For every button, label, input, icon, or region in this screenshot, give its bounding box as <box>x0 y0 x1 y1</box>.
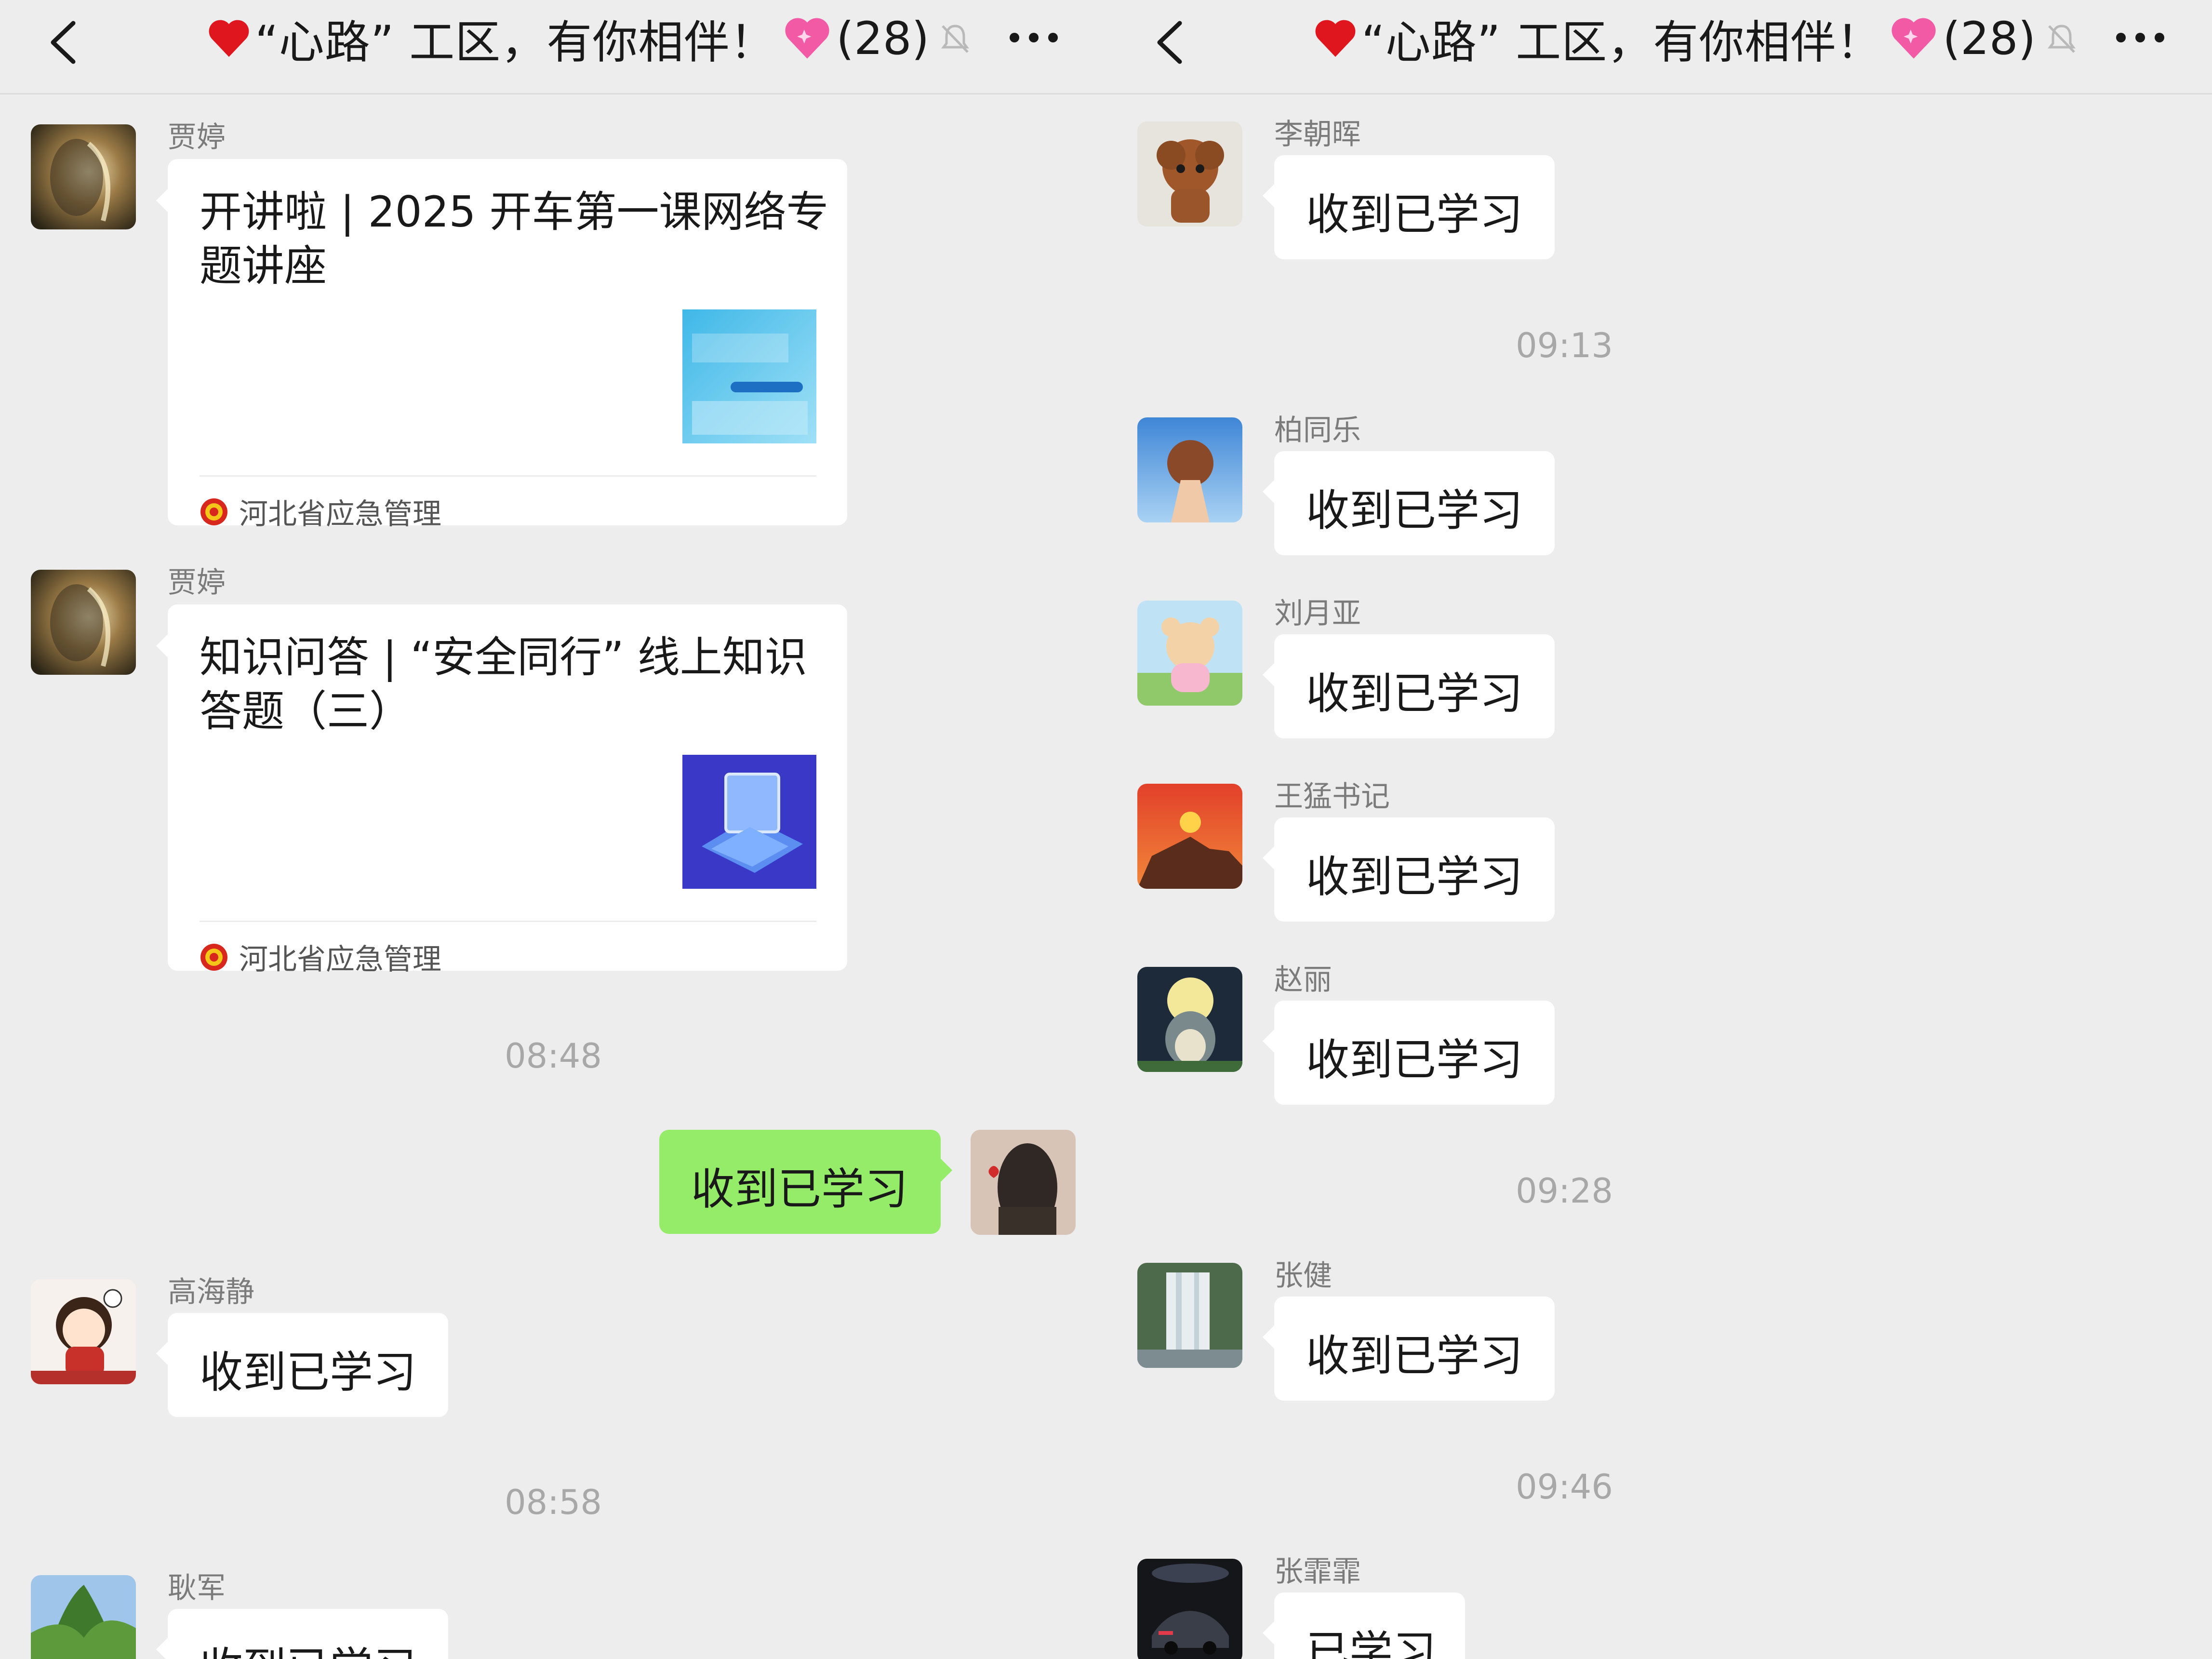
avatar-self[interactable] <box>971 1130 1076 1235</box>
chat-title-text: “心路” 工区，有你相伴！ <box>1361 16 1882 69</box>
chat-header: “心路” 工区，有你相伴！ (28) <box>1106 0 2212 94</box>
card-source: 河北省应急管理 <box>200 491 441 533</box>
avatar-sender[interactable] <box>1137 967 1242 1072</box>
avatar-sender[interactable] <box>1137 1559 1242 1659</box>
message-text: 收到已学习 <box>1306 1331 1523 1381</box>
avatar-sender[interactable] <box>31 1279 136 1384</box>
timestamp: 08:48 <box>505 1036 602 1076</box>
card-divider <box>200 475 816 477</box>
message-text: 收到已学习 <box>1306 852 1523 902</box>
timestamp: 09:46 <box>1516 1467 1613 1507</box>
message-text: 收到已学习 <box>1306 189 1523 240</box>
message-text: 收到已学习 <box>1306 485 1523 536</box>
red-heart-icon <box>1315 20 1356 57</box>
chat-title-text: “心路” 工区，有你相伴！ <box>255 16 776 69</box>
avatar-sender[interactable] <box>1137 1263 1242 1368</box>
sender-name: 柏同乐 <box>1274 414 1361 447</box>
avatar-sender[interactable] <box>31 124 136 229</box>
bell-slash-icon <box>941 25 970 53</box>
message-text: 收到已学习 <box>1306 669 1523 719</box>
card-title: 知识问答 | “安全同行” 线上知识答题（三） <box>200 632 807 736</box>
sender-name: 王猛书记 <box>1274 780 1390 814</box>
message-bubble-incoming[interactable]: 收到已学习 <box>156 1609 448 1659</box>
timestamp: 09:13 <box>1516 326 1613 365</box>
link-card[interactable]: 知识问答 | “安全同行” 线上知识答题（三） 河北省应急管理 <box>156 604 847 977</box>
avatar-sender[interactable] <box>1137 121 1242 227</box>
message-bubble-incoming[interactable]: 已学习 <box>1263 1592 1465 1659</box>
member-count: (28) <box>1943 12 2036 65</box>
sender-name: 赵丽 <box>1274 963 1332 997</box>
sender-name: 李朝晖 <box>1274 118 1361 151</box>
message-bubble-incoming[interactable]: 收到已学习 <box>1263 817 1555 922</box>
red-heart-icon <box>209 20 249 57</box>
card-source-text: 河北省应急管理 <box>239 943 441 977</box>
message-bubble-incoming[interactable]: 收到已学习 <box>1263 1297 1555 1401</box>
message-text: 收到已学习 <box>200 1633 416 1659</box>
card-title: 开讲啦 | 2025 开车第一课网络专题讲座 <box>200 187 829 291</box>
message-bubble-incoming[interactable]: 收到已学习 <box>1263 451 1555 555</box>
message-text: 已学习 <box>1306 1627 1436 1659</box>
message-bubble-incoming[interactable]: 收到已学习 <box>1263 155 1555 259</box>
sender-name: 张健 <box>1274 1259 1332 1293</box>
sender-name: 张霏霏 <box>1274 1555 1361 1589</box>
message-bubble-incoming[interactable]: 收到已学习 <box>1263 1001 1555 1105</box>
more-dots-icon[interactable] <box>2114 28 2167 47</box>
link-card[interactable]: 开讲啦 | 2025 开车第一课网络专题讲座 河北省应急管理 <box>156 159 847 531</box>
card-source: 河北省应急管理 <box>200 936 441 978</box>
back-icon[interactable] <box>1153 18 1186 67</box>
avatar-sender[interactable] <box>1137 784 1242 889</box>
message-text: 收到已学习 <box>200 1347 416 1398</box>
emblem-icon <box>200 943 227 971</box>
sender-name: 高海静 <box>168 1275 254 1309</box>
card-source-text: 河北省应急管理 <box>239 497 441 531</box>
message-bubble-incoming[interactable]: 收到已学习 <box>156 1313 448 1417</box>
sender-name: 贾婷 <box>168 120 226 154</box>
message-bubble-incoming[interactable]: 收到已学习 <box>1263 634 1555 738</box>
sparkling-pink-heart-icon <box>785 18 829 59</box>
message-bubble-outgoing[interactable]: 收到已学习 <box>659 1130 952 1234</box>
chat-panel-right[interactable]: 李朝晖 收到已学习 09:13 柏同乐 收到已学习 刘月亚 收到已学习 王猛书记… <box>1106 0 2212 1659</box>
chat-title[interactable]: “心路” 工区，有你相伴！ (28) <box>205 10 973 69</box>
card-divider <box>200 921 816 922</box>
back-icon[interactable] <box>46 18 80 67</box>
member-count: (28) <box>836 12 930 65</box>
chat-title[interactable]: “心路” 工区，有你相伴！ (28) <box>1311 10 2079 69</box>
avatar-sender[interactable] <box>31 1575 136 1659</box>
avatar-sender[interactable] <box>1137 417 1242 522</box>
card-thumbnail <box>682 755 816 889</box>
message-text: 收到已学习 <box>691 1164 908 1215</box>
avatar-sender[interactable] <box>31 570 136 675</box>
card-thumbnail <box>682 309 816 443</box>
timestamp: 08:58 <box>505 1483 602 1522</box>
message-text: 收到已学习 <box>1306 1035 1523 1085</box>
more-dots-icon[interactable] <box>1007 28 1060 47</box>
chat-panel-left[interactable]: 贾婷 开讲啦 | 2025 开车第一课网络专题讲座 河北省应急管理 贾婷 知识问… <box>0 0 1106 1659</box>
sender-name: 耿军 <box>168 1571 226 1605</box>
sender-name: 贾婷 <box>168 566 226 600</box>
sender-name: 刘月亚 <box>1274 597 1361 630</box>
bell-slash-icon <box>2048 25 2076 53</box>
timestamp: 09:28 <box>1516 1171 1613 1211</box>
avatar-sender[interactable] <box>1137 601 1242 706</box>
chat-header: “心路” 工区，有你相伴！ (28) <box>0 0 1106 94</box>
sparkling-pink-heart-icon <box>1892 18 1936 59</box>
emblem-icon <box>200 498 227 525</box>
